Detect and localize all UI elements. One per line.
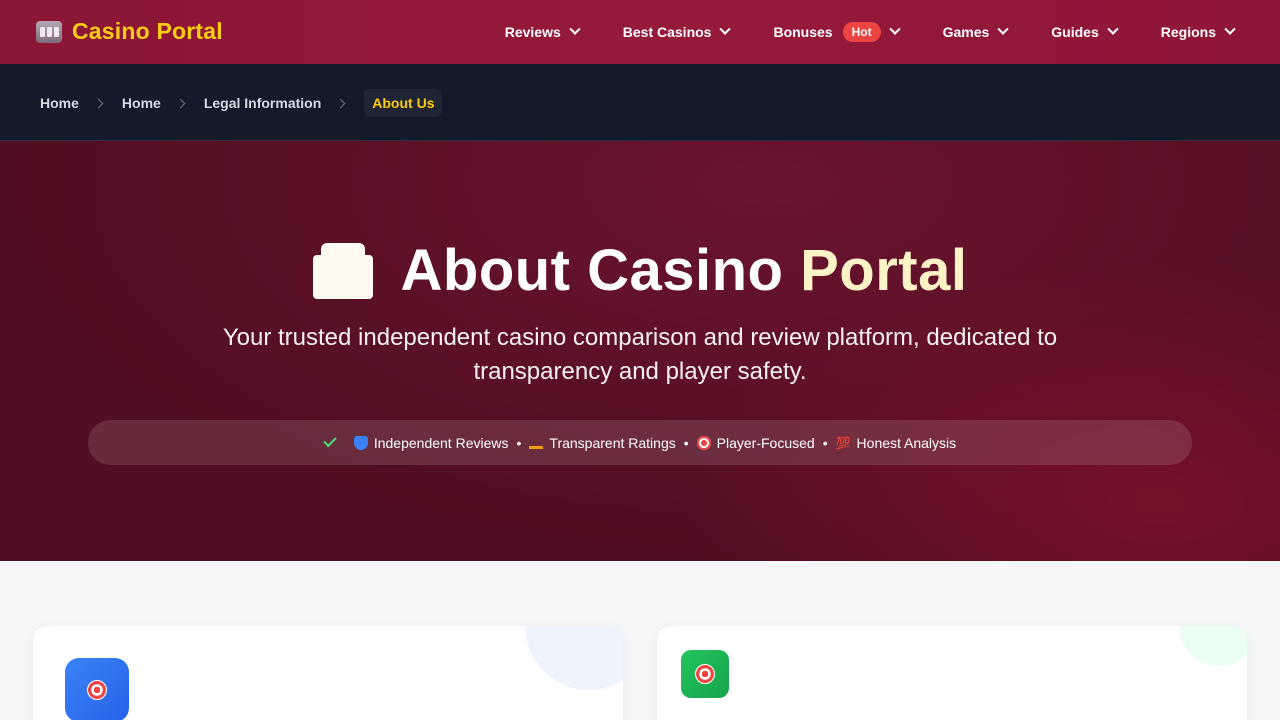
hero-heading-main: About Casino <box>400 238 784 303</box>
feature-separator: • <box>822 434 828 451</box>
chevron-down-icon <box>888 23 901 35</box>
breadcrumb-link-home[interactable]: Home <box>122 95 161 111</box>
card-icon-badge <box>65 658 129 720</box>
building-icon <box>312 242 373 299</box>
nav-item-label: Reviews <box>504 24 561 40</box>
breadcrumb-link-legal-information[interactable]: Legal Information <box>204 95 321 111</box>
info-card <box>33 626 623 720</box>
nav-item-label: Best Casinos <box>622 24 712 40</box>
feature-label: Honest Analysis <box>856 434 957 451</box>
scales-icon <box>529 437 544 449</box>
chevron-right-icon <box>93 98 104 108</box>
breadcrumb-current: About Us <box>364 89 443 117</box>
hot-badge: Hot <box>842 22 881 42</box>
nav-item-bonuses[interactable]: Bonuses Hot <box>751 0 920 64</box>
card-decoration <box>525 626 623 690</box>
main-content <box>0 561 1280 720</box>
checkmark-icon <box>323 433 337 448</box>
breadcrumb-link-home[interactable]: Home <box>40 95 79 111</box>
chevron-right-icon <box>175 98 186 108</box>
hero-heading: About Casino Portal <box>401 237 968 304</box>
chevron-right-icon <box>335 98 346 108</box>
nav-item-reviews[interactable]: Reviews <box>483 0 601 64</box>
card-icon-badge <box>681 650 729 698</box>
chevron-down-icon <box>719 23 732 35</box>
hero-section: About Casino Portal Your trusted indepen… <box>0 141 1280 561</box>
hero-subtitle: Your trusted independent casino comparis… <box>222 324 1058 385</box>
nav-item-label: Games <box>942 24 990 40</box>
breadcrumb: Home Home Legal Information About Us <box>40 89 443 117</box>
feature-label: Transparent Ratings <box>549 434 676 451</box>
shield-icon <box>353 435 368 450</box>
feature-label: Independent Reviews <box>373 434 509 451</box>
chevron-down-icon <box>997 23 1009 35</box>
nav-item-label: Guides <box>1051 24 1099 40</box>
nav-item-label: Regions <box>1160 24 1216 40</box>
nav-item-regions[interactable]: Regions <box>1139 0 1236 64</box>
chevron-down-icon <box>1224 23 1236 35</box>
top-navigation: Casino Portal Reviews Best Casinos Bonus… <box>0 0 1280 64</box>
target-icon <box>695 664 715 684</box>
feature-honest-analysis: 💯 Honest Analysis <box>836 435 957 451</box>
target-icon <box>696 435 711 450</box>
feature-label: Player-Focused <box>716 434 815 451</box>
main-menu: Reviews Best Casinos Bonuses Hot Games G… <box>483 0 1236 64</box>
nav-item-best-casinos[interactable]: Best Casinos <box>601 0 752 64</box>
nav-item-games[interactable]: Games <box>921 0 1030 64</box>
feature-player-focused: Player-Focused <box>696 434 815 451</box>
page-title: About Casino Portal <box>0 237 1280 304</box>
feature-pill: Independent Reviews • Transparent Rating… <box>88 420 1192 465</box>
brand-name: Casino Portal <box>72 18 223 44</box>
feature-separator: • <box>683 434 689 451</box>
hundred-points-icon: 💯 <box>835 435 851 450</box>
feature-separator: • <box>516 434 522 451</box>
hero-heading-accent: Portal <box>800 238 968 303</box>
nav-item-guides[interactable]: Guides <box>1029 0 1138 64</box>
target-icon <box>87 680 107 700</box>
feature-independent-reviews: Independent Reviews <box>353 434 509 451</box>
chevron-down-icon <box>569 23 581 35</box>
feature-transparent-ratings: Transparent Ratings <box>529 434 676 451</box>
nav-item-label: Bonuses <box>773 24 833 40</box>
breadcrumb-bar: Home Home Legal Information About Us <box>0 64 1280 141</box>
chevron-down-icon <box>1107 23 1119 35</box>
info-card <box>657 626 1247 720</box>
card-decoration <box>1179 626 1247 666</box>
slot-machine-icon <box>36 20 62 43</box>
brand-logo[interactable]: Casino Portal <box>36 18 223 45</box>
